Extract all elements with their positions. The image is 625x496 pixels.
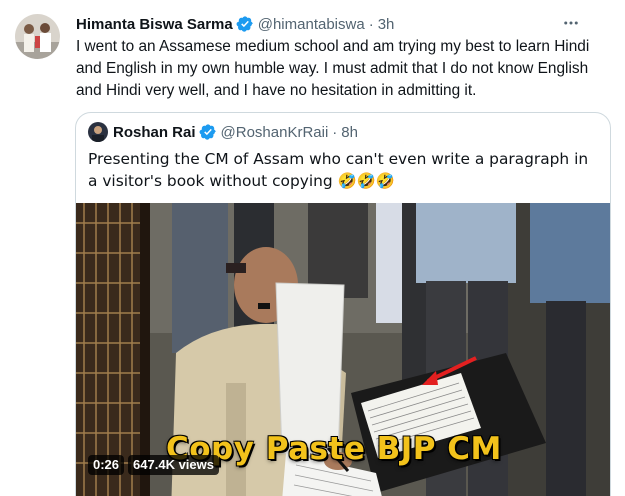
author-avatar[interactable] — [15, 14, 60, 59]
video-duration: 0:26 — [88, 455, 125, 475]
tweet-header: Himanta Biswa Sarma @himantabiswa · 3h — [76, 14, 394, 34]
video-overlay: 0:26 647.4K views — [88, 455, 219, 475]
quote-text: Presenting the CM of Assam who can't eve… — [88, 150, 589, 190]
tweet-text: I went to an Assamese medium school and … — [76, 38, 590, 99]
quote-timestamp[interactable]: 8h — [341, 124, 358, 141]
quote-author-name[interactable]: Roshan Rai — [113, 124, 196, 141]
quote-author-avatar[interactable] — [88, 122, 108, 142]
tweet[interactable]: Himanta Biswa Sarma @himantabiswa · 3h I… — [0, 0, 625, 496]
video-player[interactable]: Copy Paste BJP CM 0:26 647.4K views — [76, 203, 610, 496]
separator-dot: · — [368, 15, 374, 33]
author-name[interactable]: Himanta Biswa Sarma — [76, 16, 233, 33]
more-icon[interactable] — [560, 12, 582, 34]
quoted-tweet[interactable]: Roshan Rai @RoshanKrRaii · 8h Presenting… — [75, 112, 611, 496]
verified-badge-icon — [199, 123, 217, 141]
verified-badge-icon — [236, 15, 254, 33]
quote-header: Roshan Rai @RoshanKrRaii · 8h — [88, 122, 358, 142]
quote-author-handle[interactable]: @RoshanKrRaii — [221, 124, 329, 141]
author-handle[interactable]: @himantabiswa — [258, 16, 365, 33]
video-views: 647.4K views — [128, 455, 219, 475]
separator-dot: · — [332, 123, 338, 141]
tweet-timestamp[interactable]: 3h — [378, 16, 395, 33]
